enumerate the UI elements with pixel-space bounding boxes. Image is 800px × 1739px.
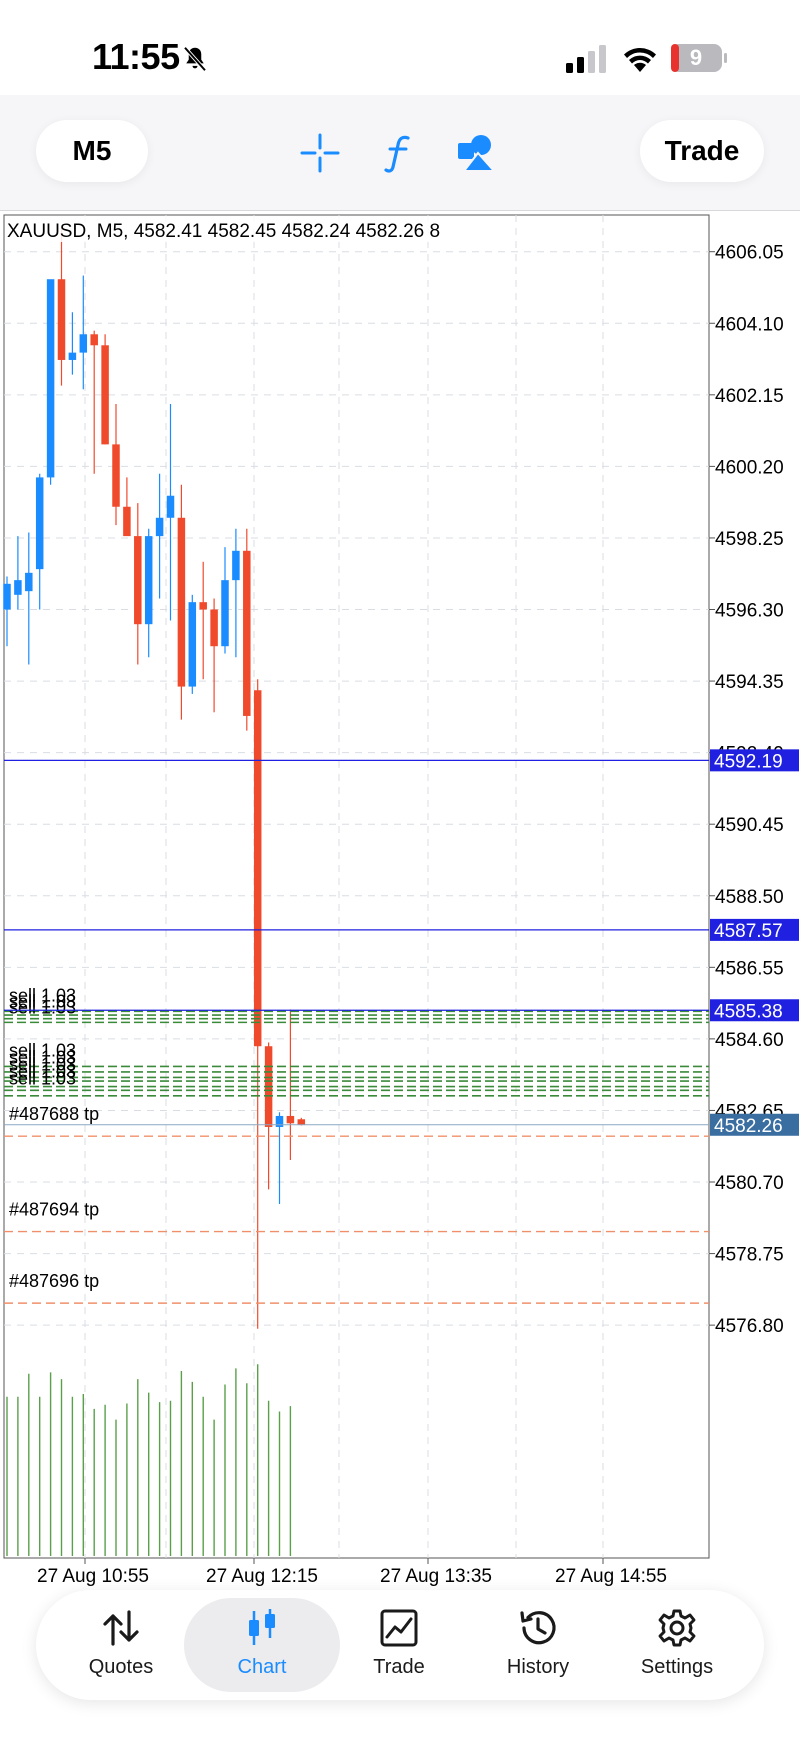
chart-area[interactable]: 4606.05 4604.10 4602.15 4600.20 4598.25 4596.… — [0, 210, 800, 1590]
nav-label-settings: Settings — [640, 1656, 714, 1678]
y-tick-label: 4576.80 — [715, 1316, 784, 1337]
timeframe-button[interactable]: M5 — [36, 120, 148, 182]
bull-candle — [166, 495, 175, 518]
y-tick-label: 4578.75 — [715, 1245, 784, 1266]
y-tick-label: 4604.10 — [715, 314, 784, 335]
bell-off-icon — [183, 46, 207, 72]
quotes-icon — [103, 1610, 139, 1646]
crosshair-icon[interactable] — [300, 133, 340, 173]
price-tag-label: 4585.38 — [714, 1001, 783, 1022]
bear-candle — [253, 690, 262, 1047]
bear-candle — [199, 602, 207, 610]
chart-title: XAUUSD, M5, 4582.41 4582.45 4582.24 4582… — [7, 221, 440, 242]
x-tick-label: 27 Aug 14:55 — [555, 1566, 667, 1587]
y-tick-label: 4602.15 — [715, 386, 784, 407]
price-tag-label: 4592.19 — [714, 751, 783, 772]
objects-shapes-icon[interactable] — [456, 133, 496, 173]
status-time: 11:55 — [92, 36, 180, 77]
y-tick-label: 4588.50 — [715, 887, 784, 908]
bull-candle — [188, 602, 197, 687]
settings-icon — [658, 1609, 696, 1647]
bull-candle — [232, 550, 240, 581]
y-tick-label: 4596.30 — [715, 601, 784, 622]
bull-candle — [68, 352, 77, 360]
nav-item-trade[interactable]: Trade — [326, 1590, 472, 1700]
trade-button[interactable]: Trade — [640, 120, 764, 182]
bull-candle — [3, 583, 11, 610]
order-label: sell 1.03 — [9, 1068, 76, 1088]
nav-item-history[interactable]: History — [465, 1590, 611, 1700]
nav-label-chart: Chart — [237, 1656, 287, 1678]
bear-candle — [177, 517, 186, 687]
bear-candle — [123, 506, 131, 537]
bear-candle — [297, 1119, 306, 1125]
status-bar: 11:55 9 — [0, 0, 800, 95]
bull-candle — [275, 1115, 284, 1127]
y-tick-label: 4586.55 — [715, 958, 784, 979]
bear-candle — [112, 444, 120, 507]
bear-candle — [57, 279, 66, 360]
bear-candle — [243, 550, 251, 716]
y-tick-label: 4580.70 — [715, 1173, 784, 1194]
nav-label-quotes: Quotes — [88, 1656, 154, 1678]
bear-candle — [286, 1115, 295, 1124]
bull-candle — [14, 580, 22, 595]
tp-label: #487696 tp — [9, 1271, 99, 1291]
bull-candle — [46, 279, 55, 478]
bull-candle — [155, 517, 164, 537]
bull-candle — [144, 536, 153, 625]
x-tick-label: 27 Aug 12:15 — [206, 1566, 318, 1587]
indicators-function-icon[interactable] — [378, 133, 418, 173]
cellular-signal-icon — [566, 45, 606, 73]
history-icon — [520, 1611, 556, 1645]
price-tag-label: 4582.26 — [714, 1116, 783, 1137]
nav-label-history: History — [506, 1656, 570, 1678]
chart-toolbar: M5 Trade — [0, 95, 800, 211]
nav-item-settings[interactable]: Settings — [604, 1590, 750, 1700]
x-tick-label: 27 Aug 10:55 — [37, 1566, 149, 1587]
bear-candle — [90, 334, 98, 346]
nav-item-quotes[interactable]: Quotes — [48, 1590, 194, 1700]
order-label: sell 1.03 — [9, 997, 76, 1017]
trade-icon — [380, 1609, 418, 1647]
wifi-icon — [624, 48, 656, 72]
battery-level: 9 — [689, 45, 703, 70]
bull-candle — [35, 477, 44, 570]
x-tick-label: 27 Aug 13:35 — [380, 1566, 492, 1587]
tp-label: #487688 tp — [9, 1104, 99, 1124]
y-tick-label: 4598.25 — [715, 529, 784, 550]
price-tag-label: 4587.57 — [714, 921, 783, 942]
y-tick-label: 4594.35 — [715, 672, 784, 693]
y-tick-label: 4606.05 — [715, 243, 784, 264]
bear-candle — [210, 609, 218, 647]
nav-item-chart[interactable]: Chart — [184, 1598, 340, 1692]
tp-label: #487694 tp — [9, 1200, 99, 1220]
bear-candle — [134, 536, 142, 625]
y-tick-label: 4590.45 — [715, 815, 784, 836]
nav-label-trade: Trade — [373, 1656, 425, 1678]
bear-candle — [101, 345, 109, 445]
bull-candle — [25, 572, 33, 592]
bottom-navigation: Quotes Chart Trade History Settings — [36, 1590, 764, 1700]
bull-candle — [221, 580, 229, 647]
candlestick-chart[interactable]: 4606.05 4604.10 4602.15 4600.20 4598.25 4596.… — [0, 210, 800, 1590]
bull-candle — [79, 334, 88, 353]
y-tick-label: 4584.60 — [715, 1030, 784, 1051]
chart-icon — [249, 1609, 275, 1645]
y-tick-label: 4600.20 — [715, 457, 784, 478]
